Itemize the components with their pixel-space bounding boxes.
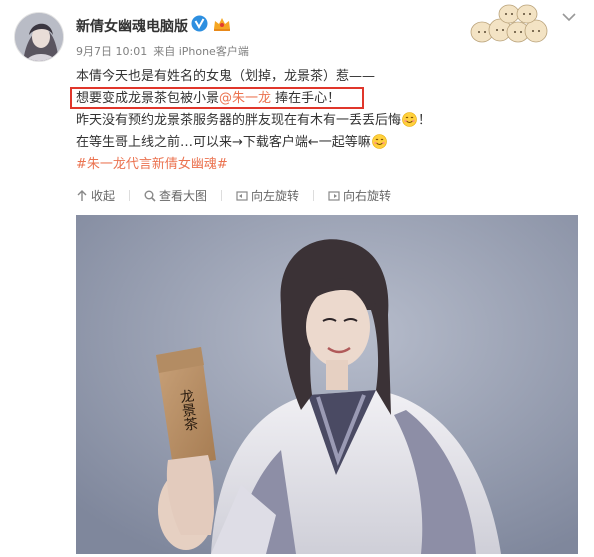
rotate-left-button[interactable]: 向左旋转 bbox=[236, 187, 299, 204]
post-meta: 9月7日 10:01 来自 iPhone客户端 bbox=[76, 43, 255, 59]
collapse-label: 收起 bbox=[91, 189, 116, 203]
post-line-4: 在等生哥上线之前…可以来→下载客户端←一起等嘛 bbox=[76, 132, 576, 154]
post-source: 来自 iPhone客户端 bbox=[153, 45, 249, 58]
hashtag-link[interactable]: #朱一龙代言新倩女幽魂# bbox=[76, 154, 576, 176]
post-line-3: 昨天没有预约龙景茶服务器的胖友现在有木有一丢丢后悔 ！ bbox=[76, 110, 576, 132]
toolbar-divider bbox=[313, 190, 315, 201]
card-decoration-image bbox=[470, 4, 548, 43]
verified-badge-icon bbox=[191, 15, 208, 32]
view-large-label: 查看大图 bbox=[159, 189, 208, 203]
highlight-box bbox=[70, 87, 364, 109]
rotate-right-label: 向右旋转 bbox=[343, 189, 392, 203]
media-toolbar: 收起 查看大图 向左旋转 向右旋转 bbox=[76, 187, 405, 207]
rotate-left-icon bbox=[236, 191, 248, 201]
toolbar-divider bbox=[129, 190, 131, 201]
vip-crown-icon[interactable] bbox=[212, 16, 232, 32]
rotate-left-label: 向左旋转 bbox=[251, 189, 300, 203]
collapse-icon bbox=[77, 190, 87, 201]
avatar[interactable] bbox=[14, 12, 64, 62]
view-large-button[interactable]: 查看大图 bbox=[144, 187, 207, 204]
weibo-post-card: 新倩女幽魂电脑版 9月7日 10:01 来自 iPhone客户端 本倩今天也是有… bbox=[0, 0, 594, 557]
post-date[interactable]: 9月7日 10:01 bbox=[76, 45, 147, 58]
collapse-button[interactable]: 收起 bbox=[76, 187, 115, 204]
chevron-down-icon[interactable] bbox=[562, 12, 576, 22]
post-line-4-text: 在等生哥上线之前…可以来→下载客户端←一起等嘛 bbox=[76, 135, 371, 150]
post-line-3-text: 昨天没有预约龙景茶服务器的胖友现在有木有一丢丢后悔 bbox=[76, 113, 402, 128]
toolbar-divider bbox=[221, 190, 223, 201]
rotate-right-icon bbox=[328, 191, 340, 201]
smile-emoji-icon bbox=[371, 134, 387, 149]
post-text: 本倩今天也是有姓名的女鬼（划掉，龙景茶）惹—— 想要变成龙景茶包被小景@朱一龙 … bbox=[76, 66, 576, 176]
rotate-right-button[interactable]: 向右旋转 bbox=[328, 187, 391, 204]
smile-emoji-icon bbox=[402, 112, 417, 127]
author-name[interactable]: 新倩女幽魂电脑版 bbox=[76, 16, 188, 36]
post-line-1: 本倩今天也是有姓名的女鬼（划掉，龙景茶）惹—— bbox=[76, 69, 376, 84]
magnify-icon bbox=[144, 190, 156, 202]
post-line-3-end: ！ bbox=[418, 113, 432, 128]
post-photo[interactable]: 龙景茶 bbox=[76, 215, 578, 554]
